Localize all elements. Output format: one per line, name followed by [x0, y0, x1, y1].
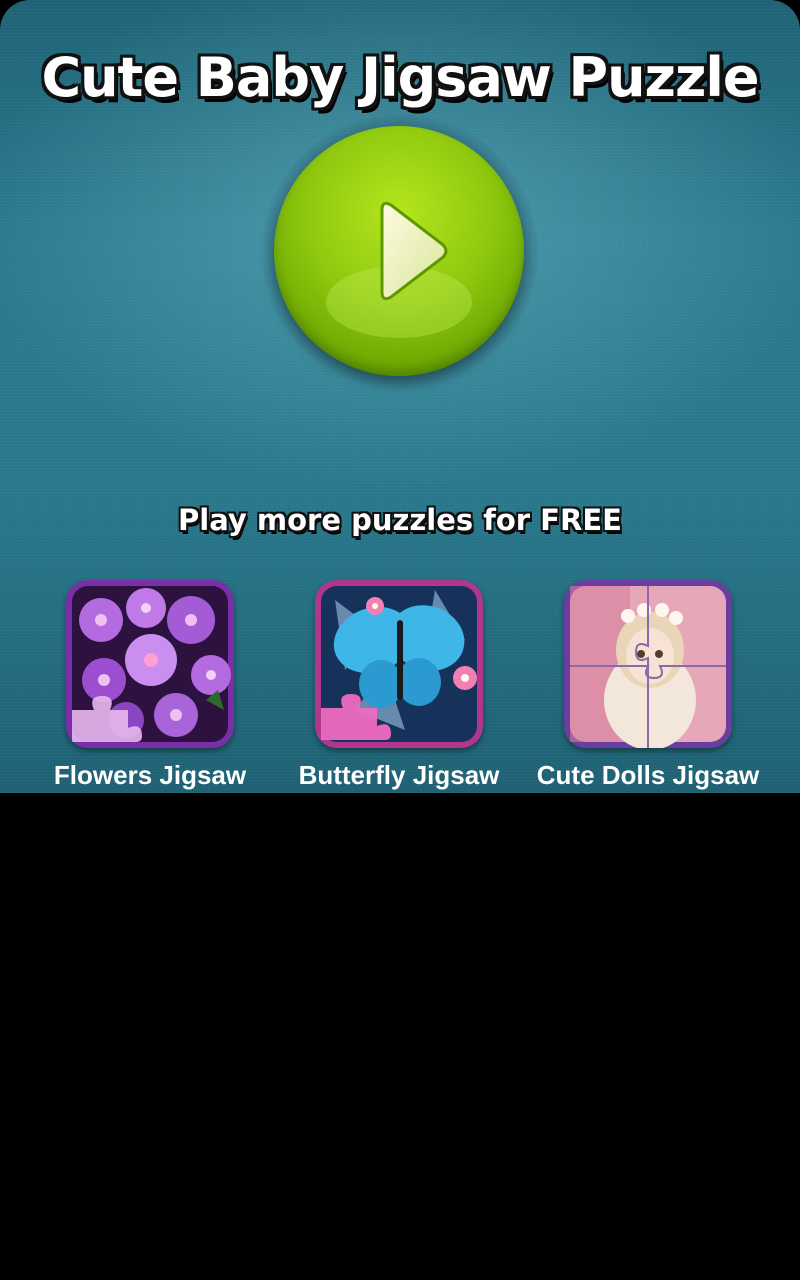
flowers-thumbnail[interactable]: [66, 580, 234, 748]
promo-heading: Play more puzzles for FREE: [178, 503, 622, 537]
app-title: Cute Baby Jigsaw Puzzle: [41, 46, 759, 109]
play-button[interactable]: [274, 126, 524, 376]
play-icon: [380, 201, 448, 301]
app-screen: Cute Baby Jigsaw Puzzle Play more puzzle…: [0, 0, 800, 793]
doll-puzzle-icon: [564, 580, 732, 748]
game-label-dolls[interactable]: Cute Dolls Jigsaw: [523, 760, 773, 791]
butterfly-puzzle-icon: [315, 580, 483, 748]
game-tile-flowers[interactable]: Flowers Jigsaw: [25, 580, 275, 791]
flowers-puzzle-icon: [66, 580, 234, 748]
game-label-flowers[interactable]: Flowers Jigsaw: [25, 760, 275, 791]
game-tile-butterfly[interactable]: Butterfly Jigsaw: [274, 580, 524, 791]
dolls-thumbnail[interactable]: [564, 580, 732, 748]
butterfly-thumbnail[interactable]: [315, 580, 483, 748]
game-tile-dolls[interactable]: Cute Dolls Jigsaw: [523, 580, 773, 791]
game-label-butterfly[interactable]: Butterfly Jigsaw: [274, 760, 524, 791]
